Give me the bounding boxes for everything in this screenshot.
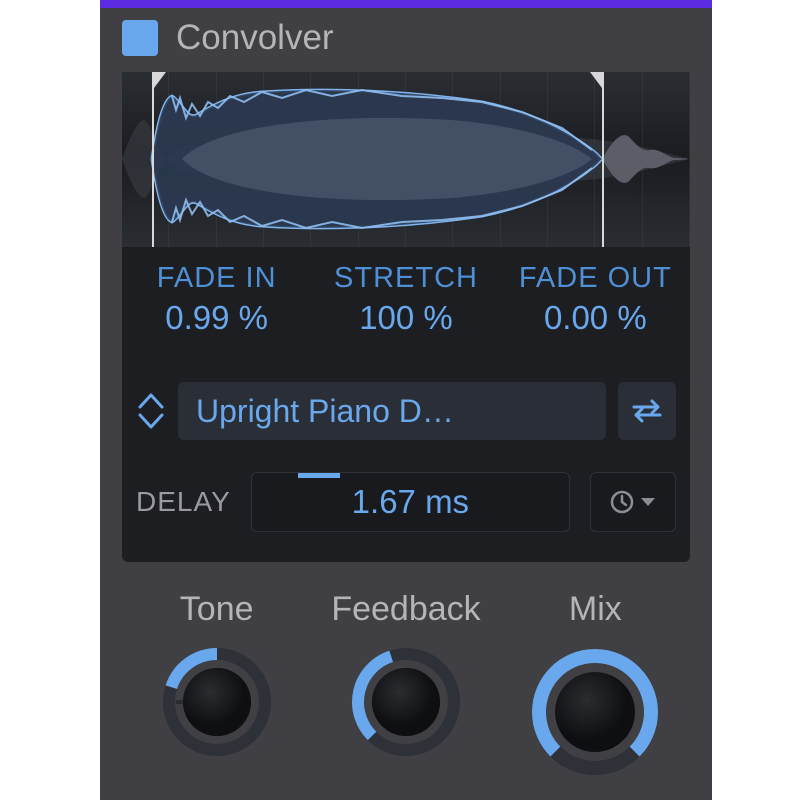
mix-label: Mix <box>569 590 622 629</box>
impulse-section: FADE IN 0.99 % STRETCH 100 % FADE OUT 0.… <box>122 72 690 562</box>
preset-stepper[interactable] <box>136 391 166 431</box>
panel-header: Convolver <box>122 18 334 58</box>
stretch-value: 100 % <box>311 299 500 337</box>
preset-name-text: Upright Piano D… <box>196 393 454 430</box>
fade-out-label: FADE OUT <box>501 262 690 295</box>
fade-parameters: FADE IN 0.99 % STRETCH 100 % FADE OUT 0.… <box>122 262 690 337</box>
feedback-knob[interactable] <box>351 647 461 762</box>
waveform-svg <box>122 72 690 247</box>
preset-row: Upright Piano D… <box>136 382 676 440</box>
feedback-knob-group: Feedback <box>311 590 500 782</box>
dropdown-triangle-icon <box>639 496 657 508</box>
chevron-up-icon <box>136 391 166 411</box>
swap-arrows-icon <box>628 396 666 426</box>
mix-knob-group: Mix <box>501 590 690 782</box>
accent-bar <box>100 0 712 8</box>
mix-knob[interactable] <box>530 647 660 782</box>
fade-in-handle-icon <box>154 72 166 88</box>
fade-out-marker[interactable] <box>602 72 604 247</box>
delay-input[interactable]: 1.67 ms <box>251 472 570 532</box>
delay-row: DELAY 1.67 ms <box>136 472 676 532</box>
clock-icon <box>609 489 635 515</box>
fade-in-marker[interactable] <box>152 72 154 247</box>
enable-toggle[interactable] <box>122 20 158 56</box>
delay-value: 1.67 ms <box>352 483 469 521</box>
delay-sync-button[interactable] <box>590 472 676 532</box>
stretch-control[interactable]: STRETCH 100 % <box>311 262 500 337</box>
waveform-display[interactable] <box>122 72 690 247</box>
preset-swap-button[interactable] <box>618 382 676 440</box>
feedback-label: Feedback <box>331 590 480 629</box>
fade-in-label: FADE IN <box>122 262 311 295</box>
tone-knob-group: Tone <box>122 590 311 782</box>
chevron-down-icon <box>136 411 166 431</box>
tone-label: Tone <box>180 590 254 629</box>
panel-title: Convolver <box>176 18 334 58</box>
tone-knob[interactable] <box>162 647 272 762</box>
fade-in-control[interactable]: FADE IN 0.99 % <box>122 262 311 337</box>
convolver-panel: Convolver <box>100 0 712 800</box>
knob-row: Tone <box>122 590 690 782</box>
fade-in-value: 0.99 % <box>122 299 311 337</box>
fade-out-control[interactable]: FADE OUT 0.00 % <box>501 262 690 337</box>
fade-out-handle-icon <box>590 72 602 88</box>
stretch-label: STRETCH <box>311 262 500 295</box>
delay-label: DELAY <box>136 486 231 518</box>
delay-position-indicator <box>298 473 340 478</box>
fade-out-value: 0.00 % <box>501 299 690 337</box>
preset-selector[interactable]: Upright Piano D… <box>178 382 606 440</box>
